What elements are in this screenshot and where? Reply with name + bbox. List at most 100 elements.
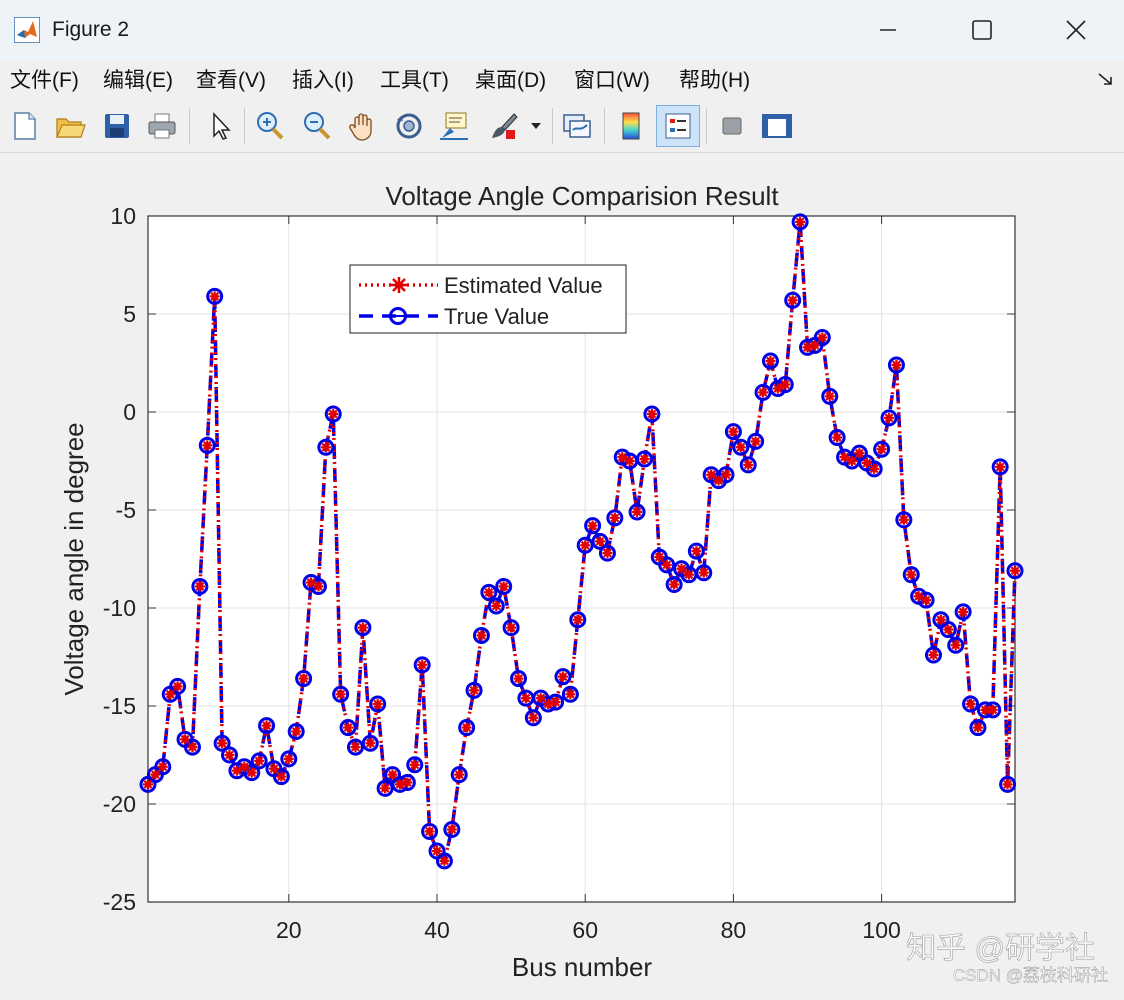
toolbar-separator	[706, 108, 707, 144]
x-axis-label: Bus number	[512, 952, 653, 982]
estimated-value-point	[972, 722, 983, 733]
menu-help[interactable]: 帮助(H)	[679, 64, 750, 94]
estimated-value-point	[750, 436, 761, 447]
select-arrow-button[interactable]	[200, 106, 238, 146]
save-button[interactable]	[98, 106, 136, 146]
brush-dropdown-button[interactable]	[526, 106, 546, 146]
legend-button[interactable]	[656, 105, 700, 147]
estimated-value-point	[194, 581, 205, 592]
estimated-value-point	[254, 755, 265, 766]
print-button[interactable]	[143, 106, 181, 146]
zoom-out-button[interactable]	[298, 106, 336, 146]
y-axis-label: Voltage angle in degree	[59, 422, 89, 695]
estimated-value-point	[550, 697, 561, 708]
toolbar-separator	[244, 108, 245, 144]
open-file-button[interactable]	[51, 106, 89, 146]
legend-estimated-label: Estimated Value	[444, 273, 603, 298]
menu-view[interactable]: 查看(V)	[196, 64, 266, 94]
estimated-value-point	[580, 540, 591, 551]
y-tick-label: -20	[103, 791, 136, 817]
rotate-3d-button[interactable]	[390, 106, 428, 146]
estimated-value-point	[817, 332, 828, 343]
colorbar-icon	[622, 112, 640, 140]
estimated-value-point	[335, 689, 346, 700]
zoom-in-button[interactable]	[251, 106, 289, 146]
estimated-value-point	[602, 548, 613, 559]
folder-open-icon	[56, 118, 86, 138]
estimated-value-point	[869, 463, 880, 474]
menu-file[interactable]: 文件(F)	[10, 64, 79, 94]
estimated-value-point	[595, 536, 606, 547]
new-figure-button[interactable]	[6, 106, 44, 146]
window-titlebar[interactable]: Figure 2	[0, 0, 1124, 60]
brush-button[interactable]	[485, 106, 523, 146]
minimize-icon	[880, 29, 896, 31]
figure-canvas[interactable]: 20 40 60 80 100 10 5 0 -5 -10 -15 -20 -25 Voltage An…	[0, 153, 1124, 995]
estimated-value-point	[1002, 779, 1013, 790]
estimated-value-point	[506, 622, 517, 633]
show-plot-tools-button[interactable]	[758, 106, 796, 146]
printer-icon	[148, 113, 176, 139]
estimated-value-point	[268, 763, 279, 774]
pan-button[interactable]	[344, 106, 382, 146]
pan-hand-icon	[349, 113, 372, 141]
estimated-value-point	[320, 442, 331, 453]
estimated-value-point	[483, 587, 494, 598]
estimated-value-point	[565, 689, 576, 700]
estimated-value-point	[291, 726, 302, 737]
estimated-value-point	[995, 461, 1006, 472]
zoom-in-icon	[257, 112, 284, 140]
estimated-value-point	[795, 216, 806, 227]
legend-true-label: True Value	[444, 304, 549, 329]
close-button[interactable]	[1050, 8, 1102, 52]
menu-tools[interactable]: 工具(T)	[380, 64, 449, 94]
minimize-button[interactable]	[862, 8, 914, 52]
dock-arrow-icon[interactable]	[1097, 72, 1115, 88]
figure-toolbar	[0, 100, 1124, 153]
menu-insert[interactable]: 插入(I)	[292, 64, 354, 94]
estimated-value-point	[824, 391, 835, 402]
matlab-logo-icon	[14, 17, 40, 43]
estimated-value-point	[639, 454, 650, 465]
estimated-value-point	[313, 581, 324, 592]
estimated-value-point	[928, 650, 939, 661]
estimated-value-point	[691, 546, 702, 557]
estimated-value-point	[898, 514, 909, 525]
y-tick-label: 10	[110, 203, 136, 229]
cursor-arrow-icon	[213, 112, 231, 140]
data-cursor-button[interactable]	[435, 106, 473, 146]
colorbar-button[interactable]	[612, 106, 650, 146]
estimated-value-point	[202, 440, 213, 451]
menu-desktop[interactable]: 桌面(D)	[475, 64, 546, 94]
x-tick-label: 80	[721, 917, 747, 943]
y-tick-label: -15	[103, 693, 136, 719]
estimated-value-point	[417, 659, 428, 670]
link-plot-button[interactable]	[558, 106, 596, 146]
estimated-value-point	[721, 469, 731, 480]
hide-plot-tools-button[interactable]	[713, 106, 751, 146]
estimated-value-point	[987, 704, 998, 715]
estimated-value-point	[187, 742, 198, 753]
estimated-value-point	[520, 693, 531, 704]
estimated-value-point	[935, 614, 946, 625]
y-tick-label: 0	[123, 399, 136, 425]
y-tick-label: -25	[103, 889, 136, 915]
estimated-value-point	[394, 779, 405, 790]
legend-box[interactable]: Estimated Value True Value	[349, 264, 627, 334]
estimated-value-point	[728, 426, 739, 437]
estimated-value-point	[469, 685, 480, 696]
window-title: Figure 2	[52, 18, 130, 41]
estimated-value-point	[965, 699, 976, 710]
estimated-value-point	[743, 459, 754, 470]
estimated-value-point	[409, 759, 420, 770]
estimated-value-point	[380, 783, 391, 794]
menu-edit[interactable]: 编辑(E)	[103, 64, 173, 94]
maximize-icon	[972, 20, 992, 40]
estimated-value-point	[476, 630, 487, 641]
voltage-angle-chart[interactable]: 20 40 60 80 100 10 5 0 -5 -10 -15 -20 -25 Voltage An…	[0, 153, 1124, 995]
estimated-value-point	[528, 712, 539, 723]
data-tip-icon	[440, 112, 468, 140]
maximize-button[interactable]	[956, 8, 1008, 52]
estimated-value-point	[498, 581, 509, 592]
menu-window[interactable]: 窗口(W)	[574, 64, 650, 94]
